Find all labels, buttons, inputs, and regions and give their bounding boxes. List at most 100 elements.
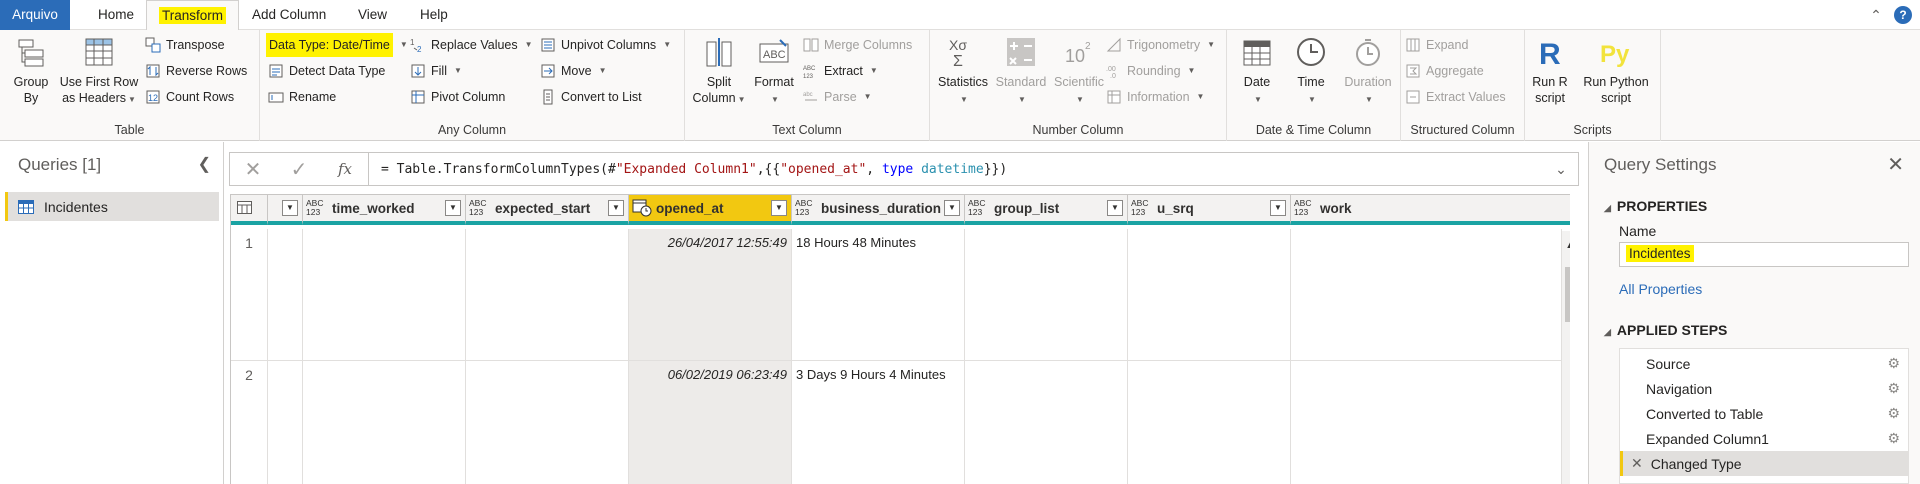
scientific-button[interactable]: 10 2 Scientific ▼	[1050, 34, 1108, 108]
filter-dropdown-icon[interactable]: ▼	[1107, 200, 1123, 216]
tab-add-column[interactable]: Add Column	[240, 0, 338, 30]
step-expanded-column1[interactable]: Expanded Column1 ⚙	[1620, 426, 1908, 451]
collapse-ribbon-icon[interactable]: ⌃	[1868, 5, 1884, 25]
rounding-button[interactable]: .00.0 Rounding ▼	[1106, 60, 1195, 82]
filter-dropdown-icon[interactable]: ▼	[282, 200, 298, 216]
data-type-dropdown[interactable]: Data Type: Date/Time ▼	[266, 33, 408, 57]
move-button[interactable]: Move ▼	[540, 60, 607, 82]
filter-dropdown-icon[interactable]: ▼	[608, 200, 624, 216]
properties-header[interactable]: ◢ PROPERTIES	[1604, 198, 1707, 214]
delete-step-icon[interactable]: ✕	[1631, 455, 1643, 472]
scrollbar-thumb[interactable]	[1565, 267, 1570, 322]
column-header-expected-start[interactable]: ABC 123 expected_start ▼	[466, 195, 629, 225]
table-cell[interactable]	[965, 361, 1128, 484]
format-button[interactable]: ABC Format ▼	[749, 34, 799, 108]
step-converted-to-table[interactable]: Converted to Table ⚙	[1620, 401, 1908, 426]
filter-dropdown-icon[interactable]: ▼	[944, 200, 960, 216]
gear-icon[interactable]: ⚙	[1887, 430, 1900, 447]
column-header-work[interactable]: ABC 123 work	[1291, 195, 1570, 225]
filter-dropdown-icon[interactable]: ▼	[1270, 200, 1286, 216]
pivot-column-button[interactable]: Pivot Column	[410, 86, 505, 108]
cancel-formula-icon[interactable]: ✕	[230, 157, 276, 182]
column-header-blank[interactable]: ▼	[268, 195, 303, 225]
step-navigation[interactable]: Navigation ⚙	[1620, 376, 1908, 401]
collapse-queries-icon[interactable]: ❮	[198, 154, 211, 174]
table-cell[interactable]	[1291, 361, 1562, 484]
column-header-opened-at[interactable]: opened_at ▼	[629, 195, 792, 225]
fx-icon[interactable]: fx	[322, 160, 368, 178]
scroll-up-icon[interactable]: ▲	[1565, 239, 1570, 251]
filter-dropdown-icon[interactable]: ▼	[445, 200, 461, 216]
tab-home[interactable]: Home	[86, 0, 146, 30]
run-python-script-button[interactable]: Py Run Python script	[1573, 34, 1659, 106]
gear-icon[interactable]: ⚙	[1887, 380, 1900, 397]
information-button[interactable]: Information ▼	[1106, 86, 1204, 108]
fill-button[interactable]: Fill ▼	[410, 60, 462, 82]
table-cell-business-duration[interactable]: 3 Days 9 Hours 4 Minutes	[792, 361, 965, 484]
column-header-u-srq[interactable]: ABC 123 u_srq ▼	[1128, 195, 1291, 225]
tab-file[interactable]: Arquivo	[0, 0, 70, 30]
time-button[interactable]: Time ▼	[1285, 34, 1337, 108]
unpivot-columns-button[interactable]: Unpivot Columns ▼	[540, 34, 671, 56]
table-cell[interactable]	[466, 229, 629, 361]
tab-help[interactable]: Help	[408, 0, 460, 30]
group-by-button[interactable]: Group By	[6, 34, 56, 106]
table-cell[interactable]	[303, 361, 466, 484]
extract-values-button[interactable]: Extract Values	[1405, 86, 1506, 108]
parse-button[interactable]: abc Parse ▼	[803, 86, 872, 108]
gear-icon[interactable]: ⚙	[1887, 355, 1900, 372]
column-header-group-list[interactable]: ABC 123 group_list ▼	[965, 195, 1128, 225]
convert-to-list-button[interactable]: Convert to List	[540, 86, 642, 108]
merge-columns-button[interactable]: Merge Columns	[803, 34, 912, 56]
step-changed-type[interactable]: ✕ Changed Type	[1620, 451, 1908, 476]
table-cell[interactable]	[268, 229, 303, 361]
table-cell-opened-at[interactable]: 26/04/2017 12:55:49	[629, 229, 792, 361]
rename-button[interactable]: Rename	[268, 86, 336, 108]
applied-steps-header[interactable]: ◢ APPLIED STEPS	[1604, 322, 1727, 338]
table-cell[interactable]	[1128, 361, 1291, 484]
reverse-rows-button[interactable]: Reverse Rows	[145, 60, 247, 82]
table-cell[interactable]	[466, 361, 629, 484]
query-item-incidentes[interactable]: Incidentes	[5, 192, 219, 221]
table-cell[interactable]	[965, 229, 1128, 361]
formula-input[interactable]: = Table.TransformColumnTypes(#"Expanded …	[369, 162, 1544, 177]
table-menu-button[interactable]	[231, 195, 268, 225]
replace-values-button[interactable]: 12 Replace Values ▼	[410, 34, 533, 56]
statistics-button[interactable]: Xσ Σ Statistics ▼	[934, 34, 992, 108]
column-header-business-duration[interactable]: ABC 123 business_duration ▼	[792, 195, 965, 225]
aggregate-button[interactable]: Aggregate	[1405, 60, 1484, 82]
step-source[interactable]: Source ⚙	[1620, 351, 1908, 376]
row-number[interactable]: 1	[231, 229, 268, 361]
expand-formula-icon[interactable]: ⌄	[1544, 161, 1578, 178]
table-cell-business-duration[interactable]: 18 Hours 48 Minutes	[792, 229, 965, 361]
close-icon[interactable]: ✕	[1887, 152, 1904, 177]
count-rows-button[interactable]: 12 Count Rows	[145, 86, 234, 108]
table-cell-opened-at[interactable]: 06/02/2019 06:23:49	[629, 361, 792, 484]
table-cell[interactable]	[1291, 229, 1562, 361]
trigonometry-button[interactable]: Trigonometry ▼	[1106, 34, 1215, 56]
duration-button[interactable]: Duration ▼	[1339, 34, 1397, 108]
expand-button[interactable]: Expand	[1405, 34, 1468, 56]
table-cell[interactable]	[303, 229, 466, 361]
split-column-button[interactable]: Split Column ▼	[691, 34, 747, 108]
date-button[interactable]: Date ▼	[1231, 34, 1283, 108]
table-cell[interactable]	[1128, 229, 1291, 361]
tab-transform[interactable]: Transform	[146, 0, 240, 31]
transpose-button[interactable]: Transpose	[145, 34, 225, 56]
help-icon[interactable]: ?	[1894, 6, 1912, 24]
tab-view[interactable]: View	[346, 0, 399, 30]
use-first-row-button[interactable]: Use First Row as Headers ▼	[56, 34, 142, 108]
table-cell[interactable]	[268, 361, 303, 484]
all-properties-link[interactable]: All Properties	[1619, 281, 1702, 297]
gear-icon[interactable]: ⚙	[1887, 405, 1900, 422]
extract-button[interactable]: ABC 123 Extract ▼	[803, 60, 878, 82]
run-r-script-button[interactable]: R Run R script	[1527, 34, 1573, 106]
standard-button[interactable]: Standard ▼	[992, 34, 1050, 108]
row-number[interactable]: 2	[231, 361, 268, 484]
detect-data-type-button[interactable]: Detect Data Type	[268, 60, 385, 82]
query-name-input[interactable]: Incidentes	[1619, 242, 1909, 267]
vertical-scrollbar[interactable]: ▲	[1562, 231, 1570, 484]
column-header-time-worked[interactable]: ABC 123 time_worked ▼	[303, 195, 466, 225]
filter-dropdown-icon[interactable]: ▼	[771, 200, 787, 216]
commit-formula-icon[interactable]: ✓	[276, 157, 322, 182]
